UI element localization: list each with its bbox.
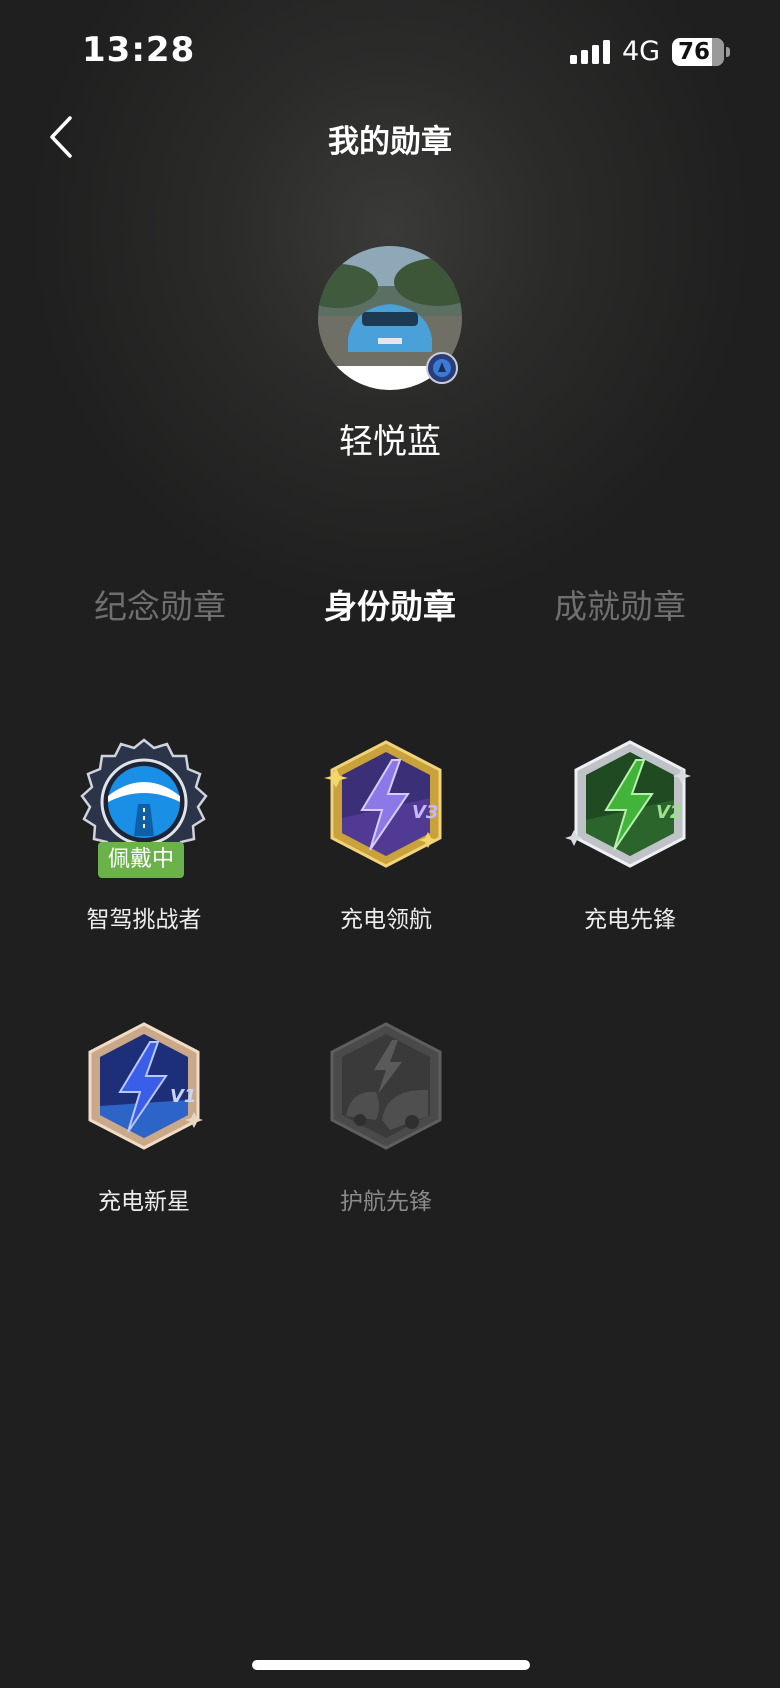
status-time: 13:28 xyxy=(82,30,196,70)
escort-badge-icon xyxy=(330,1022,442,1150)
svg-text:V1: V1 xyxy=(170,1086,196,1107)
identity-badge-icon xyxy=(426,352,458,384)
tab-commemorative[interactable]: 纪念勋章 xyxy=(40,580,280,628)
home-indicator[interactable] xyxy=(252,1660,530,1670)
badge-name: 充电领航 xyxy=(340,907,432,933)
lightning-v3-badge-icon: V3 xyxy=(324,740,442,868)
badge-item-smart-driving[interactable]: 佩戴中 智驾挑战者 xyxy=(44,738,244,968)
battery-level: 76 xyxy=(677,39,710,65)
badge-name: 充电先锋 xyxy=(584,907,676,933)
username: 轻悦蓝 xyxy=(339,422,441,462)
svg-text:V3: V3 xyxy=(412,802,438,823)
page-title: 我的勋章 xyxy=(328,124,452,160)
wearing-status-tag: 佩戴中 xyxy=(98,842,184,878)
tab-identity[interactable]: 身份勋章 xyxy=(270,580,510,628)
status-bar: 13:28 4G 76 xyxy=(0,0,780,100)
badge-item-charging-pioneer[interactable]: V2 充电先锋 xyxy=(530,738,730,968)
badge-name: 护航先锋 xyxy=(340,1189,432,1215)
badge-item-escort-pioneer[interactable]: 护航先锋 xyxy=(286,1020,486,1250)
badge-category-tabs: 纪念勋章 身份勋章 成就勋章 xyxy=(0,580,780,640)
svg-text:V2: V2 xyxy=(656,802,682,823)
battery-tip xyxy=(726,47,730,57)
lightning-v1-badge-icon: V1 xyxy=(88,1022,203,1150)
badge-item-charging-navigator[interactable]: V3 充电领航 xyxy=(286,738,486,968)
badge-name: 智驾挑战者 xyxy=(86,907,202,933)
badge-item-charging-rising-star[interactable]: V1 充电新星 xyxy=(44,1020,244,1250)
tab-achievement[interactable]: 成就勋章 xyxy=(500,580,740,628)
network-type: 4G xyxy=(622,36,661,67)
badge-name: 充电新星 xyxy=(98,1189,190,1215)
signal-icon xyxy=(570,40,610,64)
lightning-v2-badge-icon: V2 xyxy=(565,740,691,868)
battery-icon: 76 xyxy=(672,38,724,66)
